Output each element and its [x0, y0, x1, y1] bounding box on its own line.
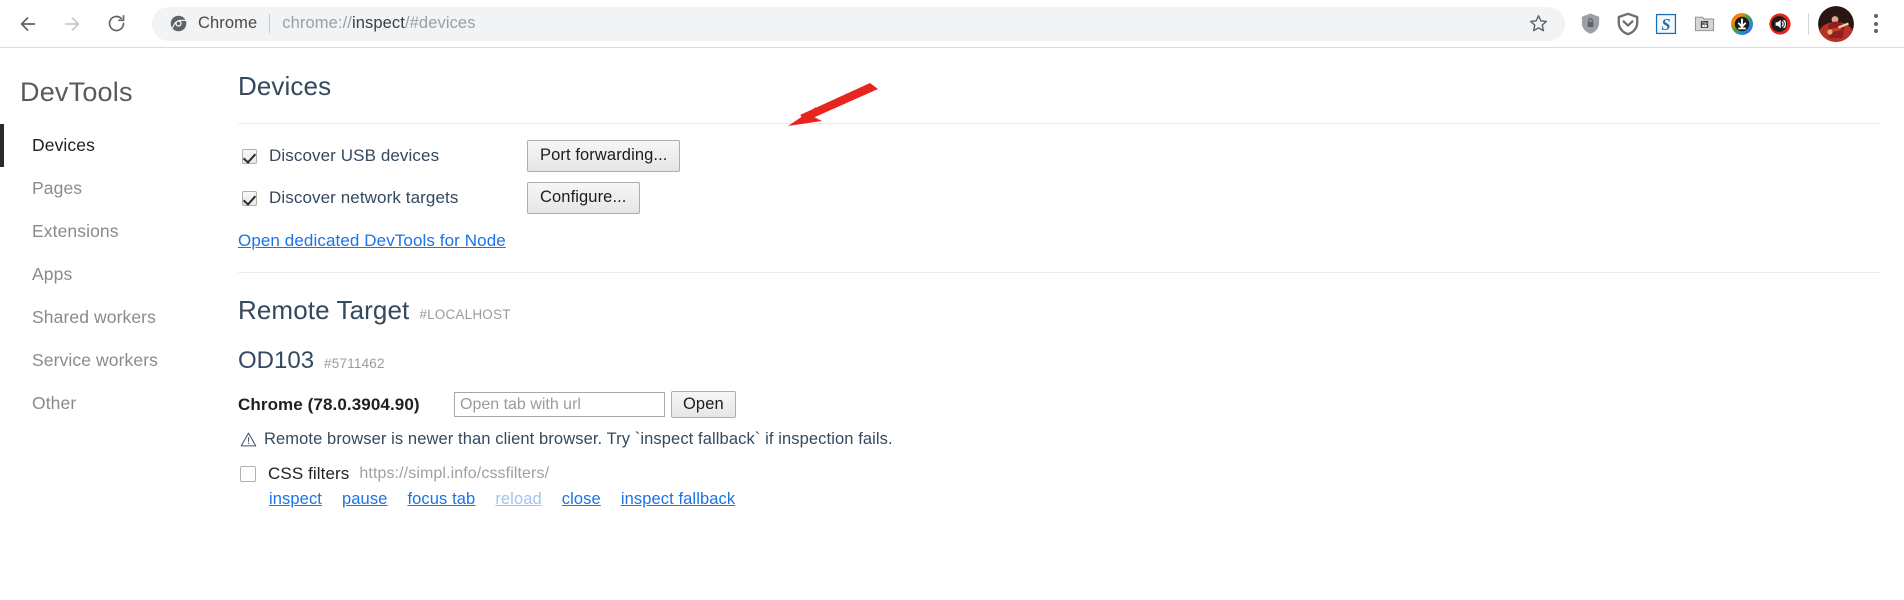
target-entry: CSS filters https://simpl.info/cssfilter…	[238, 464, 1880, 509]
sidebar-item-label: Devices	[32, 135, 95, 155]
remote-target-id: #LOCALHOST	[419, 307, 511, 322]
target-title: CSS filters	[268, 464, 350, 483]
action-close[interactable]: close	[562, 490, 601, 509]
three-dot-menu-icon[interactable]	[1856, 4, 1896, 44]
omnibox-scheme-label: Chrome	[198, 14, 258, 32]
discover-usb-label: Discover USB devices	[269, 146, 440, 165]
sidebar-item-label: Extensions	[32, 221, 119, 241]
url-emphasis: inspect	[351, 14, 405, 32]
browser-version-label: Chrome (78.0.3904.90)	[238, 394, 420, 414]
arrow-left-icon	[20, 16, 36, 31]
action-inspect-fallback[interactable]: inspect fallback	[621, 490, 735, 509]
star-outline-icon	[1529, 15, 1547, 32]
version-warning-text: Remote browser is newer than client brow…	[264, 430, 893, 448]
devtools-brand: DevTools	[20, 77, 133, 107]
sidebar-item-other[interactable]: Other	[0, 382, 210, 425]
remote-target-heading: Remote Target #LOCALHOST	[238, 295, 1880, 326]
svg-text:You: You	[1701, 21, 1707, 25]
menu-dot	[1874, 21, 1878, 26]
sidebar-item-service-workers[interactable]: Service workers	[0, 339, 210, 382]
profile-avatar[interactable]	[1818, 5, 1854, 42]
omnibox-url-text: chrome://inspect/#devices	[282, 14, 475, 33]
action-reload: reload	[495, 490, 542, 508]
red-speaker-icon[interactable]	[1761, 4, 1799, 44]
device-name-row: OD103 #5711462	[238, 347, 1880, 375]
discover-usb-row: Discover USB devices Port forwarding...	[238, 135, 1880, 177]
open-node-devtools-link[interactable]: Open dedicated DevTools for Node	[238, 231, 506, 251]
sidebar-item-label: Service workers	[32, 350, 158, 370]
sidebar-item-pages[interactable]: Pages	[0, 167, 210, 210]
action-focus-tab[interactable]: focus tab	[407, 490, 475, 509]
arrow-right-icon	[64, 16, 80, 31]
url-suffix: /#devices	[404, 14, 476, 32]
divider	[238, 123, 1880, 124]
sidebar-item-shared-workers[interactable]: Shared workers	[0, 296, 210, 339]
divider	[238, 272, 1880, 273]
reload-button[interactable]	[96, 4, 136, 44]
reload-icon	[108, 14, 124, 32]
action-pause[interactable]: pause	[342, 490, 387, 509]
sidebar: DevTools Devices Pages Extensions Apps S…	[0, 49, 210, 600]
discover-network-label: Discover network targets	[269, 188, 459, 207]
svg-text:S: S	[1661, 14, 1670, 33]
blue-s-icon[interactable]: S	[1647, 4, 1685, 44]
sidebar-item-devices[interactable]: Devices	[0, 124, 210, 167]
pocket-icon[interactable]	[1609, 4, 1647, 44]
discover-network-row: Discover network targets Configure...	[238, 177, 1880, 219]
url-prefix: chrome://	[282, 14, 352, 32]
inspect-page: DevTools Devices Pages Extensions Apps S…	[0, 49, 1904, 600]
sidebar-item-extensions[interactable]: Extensions	[0, 210, 210, 253]
device-name: OD103	[238, 347, 315, 374]
sidebar-item-label: Pages	[32, 178, 83, 198]
menu-dot	[1874, 29, 1878, 33]
toolbar-separator	[1808, 12, 1809, 35]
shield-lock-icon[interactable]	[1571, 4, 1609, 44]
browser-toolbar: Chrome chrome://inspect/#devices S You	[0, 0, 1904, 48]
open-tab-url-input[interactable]	[454, 392, 665, 417]
device-serial: #5711462	[324, 356, 385, 371]
forward-button[interactable]	[52, 4, 92, 44]
configure-button[interactable]: Configure...	[527, 182, 640, 214]
youtube-downloader-icon[interactable]: You	[1685, 4, 1723, 44]
menu-dot	[1874, 14, 1878, 18]
chrome-logo-icon	[170, 15, 187, 32]
sidebar-item-label: Other	[32, 393, 77, 413]
page-title: Devices	[238, 71, 332, 101]
sidebar-item-label: Shared workers	[32, 307, 156, 327]
bookmark-star-button[interactable]	[1523, 9, 1553, 39]
back-button[interactable]	[8, 4, 48, 44]
target-header-row: CSS filters https://simpl.info/cssfilter…	[240, 464, 1880, 484]
discover-usb-checkbox[interactable]	[242, 148, 257, 164]
sidebar-item-label: Apps	[32, 264, 73, 284]
open-tab-button[interactable]: Open	[671, 391, 736, 418]
port-forwarding-button[interactable]: Port forwarding...	[527, 140, 681, 172]
extension-tray: S You	[1565, 4, 1904, 44]
target-select-checkbox[interactable]	[240, 466, 256, 482]
discover-network-checkbox[interactable]	[242, 190, 257, 206]
remote-target-title: Remote Target	[238, 295, 410, 325]
browser-version-row: Chrome (78.0.3904.90) Open	[238, 391, 1880, 418]
address-bar[interactable]: Chrome chrome://inspect/#devices	[152, 6, 1565, 41]
sidebar-item-apps[interactable]: Apps	[0, 253, 210, 296]
rainbow-download-icon[interactable]	[1723, 4, 1761, 44]
version-warning: Remote browser is newer than client brow…	[238, 430, 1880, 449]
action-inspect[interactable]: inspect	[269, 490, 322, 509]
target-url: https://simpl.info/cssfilters/	[359, 465, 550, 482]
omnibox-separator	[269, 14, 271, 33]
devices-panel: Devices Discover USB devices Port forwar…	[210, 49, 1904, 600]
warning-triangle-icon	[240, 432, 257, 447]
target-actions: inspect pause focus tab reload close ins…	[269, 490, 1880, 509]
